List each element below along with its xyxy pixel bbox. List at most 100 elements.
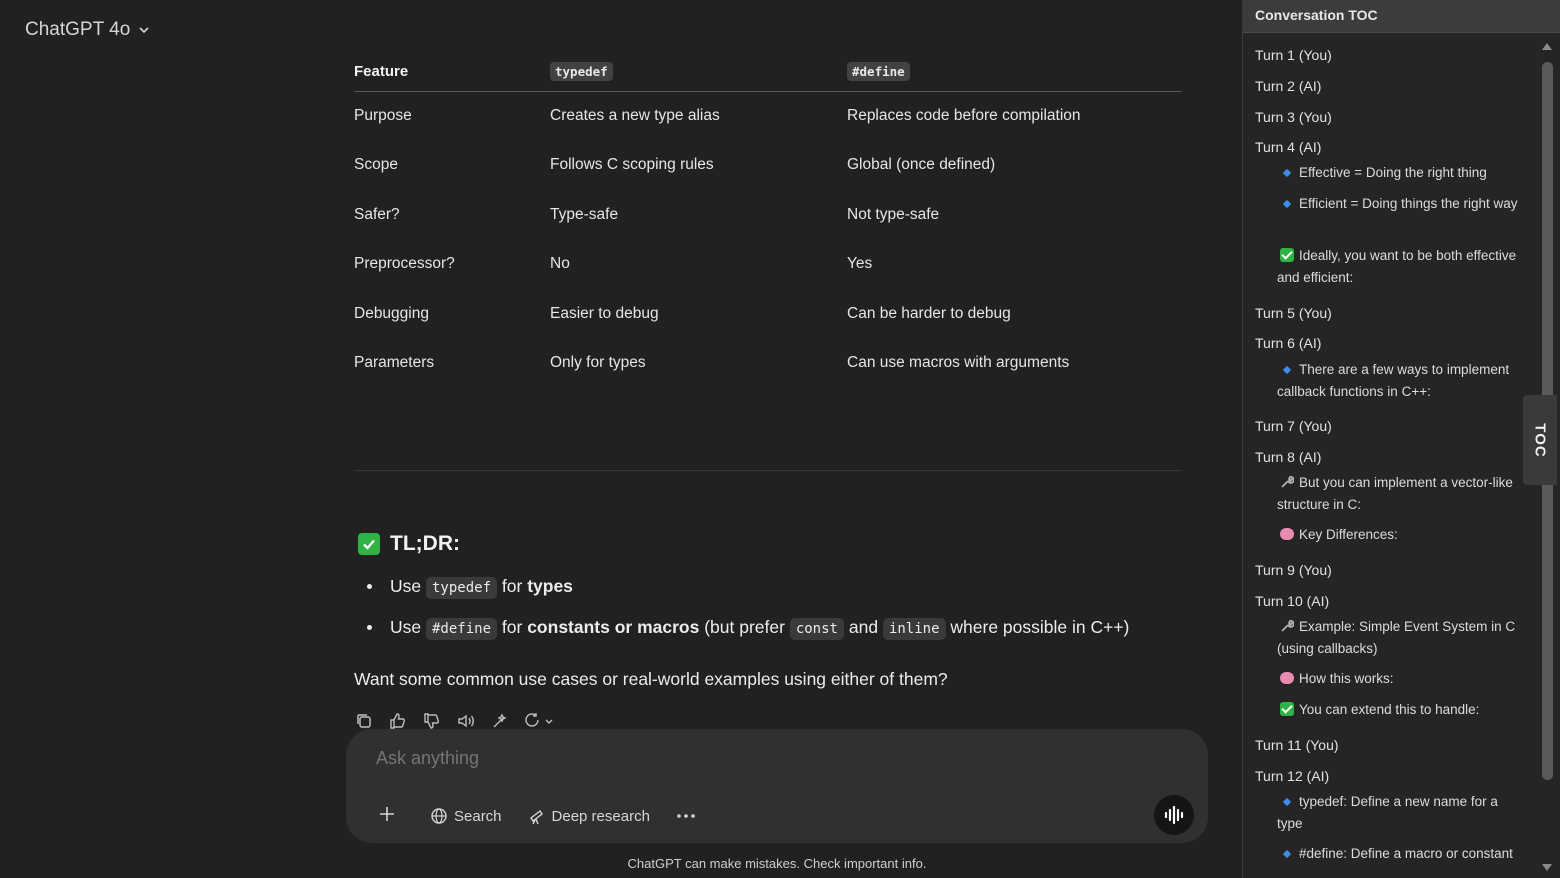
table-cell: Creates a new type alias [550, 107, 720, 124]
toc-sub-label: #define: Define a macro or constant [1299, 846, 1513, 861]
toc-sub-item[interactable]: There are a few ways to implement callba… [1277, 359, 1527, 402]
follow-up-question: Want some common use cases or real-world… [354, 669, 948, 689]
tldr-title: TL;DR: [390, 532, 460, 555]
chevron-down-icon [139, 27, 149, 34]
toc-sub-label: Ideally, you want to be both effective a… [1277, 248, 1517, 285]
bullet-icon [1282, 200, 1292, 209]
text: Use [390, 617, 422, 637]
prompt-input[interactable] [376, 748, 1136, 769]
toc-turn-item[interactable]: Turn 3 (You) [1255, 109, 1332, 125]
copy-button[interactable] [354, 711, 374, 731]
table-row: Preprocessor? No Yes [354, 240, 1182, 290]
text: where possible in C++) [950, 617, 1130, 637]
table-row: Parameters Only for types Can use macros… [354, 339, 1182, 389]
speaker-icon [458, 714, 474, 728]
model-selector[interactable]: ChatGPT 4o [25, 19, 150, 41]
toc-sub-label: Example: Simple Event System in C (using… [1277, 619, 1516, 656]
toc-sub-item[interactable]: Key Differences: [1277, 524, 1527, 546]
inline-code: #define [426, 618, 498, 640]
bullet-icon [1282, 798, 1292, 807]
toc-turn-item[interactable]: Turn 5 (You) [1255, 305, 1332, 321]
table-cell: Preprocessor? [354, 255, 455, 273]
toc-sub-item[interactable]: typedef: Define a new name for a type [1277, 791, 1527, 834]
section-divider [354, 470, 1182, 471]
toc-sub-item[interactable]: Efficient = Doing things the right way [1277, 193, 1527, 215]
table-cell: Only for types [550, 354, 646, 372]
scroll-up-arrow[interactable] [1542, 43, 1552, 50]
toc-turn-item[interactable]: Turn 12 (AI) [1255, 768, 1329, 784]
toc-turn-item[interactable]: Turn 11 (You) [1255, 737, 1339, 753]
tldr-heading: TL;DR: [358, 532, 460, 556]
chat-app: ChatGPT 4o Feature typedef #define Purpo… [0, 0, 1560, 878]
add-attachment-button[interactable] [374, 801, 400, 831]
composer: Search Deep research [346, 729, 1208, 843]
table-cell: Type-safe [550, 205, 619, 223]
toc-turn-item[interactable]: Turn 1 (You) [1255, 47, 1332, 63]
toc-sub-label: There are a few ways to implement callba… [1277, 362, 1510, 399]
thumbs-up-button[interactable] [388, 711, 408, 731]
toc-sub-label: How this works: [1299, 671, 1394, 686]
toc-title: Conversation TOC [1243, 0, 1560, 33]
ellipsis-icon [677, 814, 695, 818]
table-cell: No [550, 255, 570, 273]
globe-icon [431, 808, 447, 824]
regenerate-button[interactable] [524, 711, 558, 731]
text: Use [390, 576, 422, 596]
waveform-icon [1164, 805, 1184, 825]
table-header-cell: #define [847, 52, 1182, 92]
brain-icon [1280, 528, 1294, 540]
toc-turn-item[interactable]: Turn 2 (AI) [1255, 78, 1321, 94]
toc-sub-item[interactable]: Example: Simple Event System in C (using… [1277, 616, 1527, 659]
toc-turn-item[interactable]: Turn 9 (You) [1255, 562, 1332, 578]
comparison-table: Feature typedef #define Purpose Creates … [354, 52, 1182, 388]
inline-code: const [789, 618, 844, 640]
table-cell: Scope [354, 156, 398, 174]
toc-sub-label: Key Differences: [1299, 527, 1398, 542]
toc-sub-item[interactable]: Ideally, you want to be both effective a… [1277, 245, 1527, 288]
voice-mode-button[interactable] [1154, 795, 1194, 835]
search-button[interactable]: Search [424, 801, 508, 831]
read-aloud-button[interactable] [456, 711, 476, 731]
toc-turn-item[interactable]: Turn 7 (You) [1255, 418, 1332, 434]
bullet-icon [1282, 850, 1292, 859]
search-label: Search [454, 807, 502, 825]
brain-icon [1280, 672, 1294, 684]
toc-sub-label: Effective = Doing the right thing [1299, 165, 1487, 180]
toc-turn-item[interactable]: Turn 8 (AI) [1255, 449, 1321, 465]
tldr-list: Use typedef for types Use #define for co… [364, 573, 1129, 655]
toc-sub-item[interactable]: #define: Define a macro or constant [1277, 843, 1527, 865]
toc-sub-item[interactable]: Effective = Doing the right thing [1277, 162, 1527, 184]
toc-toggle-tab[interactable]: TOC [1523, 395, 1557, 485]
composer-tools: Search Deep research [374, 801, 702, 831]
toc-turn-item[interactable]: Turn 6 (AI) [1255, 335, 1321, 351]
check-icon [1280, 248, 1294, 262]
toc-sub-label: But you can implement a vector-like stru… [1277, 475, 1513, 512]
toc-sub-item[interactable]: You can extend this to handle: [1277, 699, 1527, 721]
text: for [501, 617, 523, 637]
text: for [501, 576, 523, 596]
refresh-icon [525, 713, 553, 727]
toc-sub-label: Efficient = Doing things the right way [1299, 196, 1518, 211]
inline-code: typedef [550, 61, 613, 81]
toc-tab-label: TOC [1531, 422, 1549, 458]
telescope-icon [529, 809, 543, 825]
check-icon [1280, 702, 1294, 716]
toc-panel: Conversation TOC Turn 1 (You) Turn 2 (AI… [1242, 0, 1560, 878]
deep-research-label: Deep research [551, 807, 650, 825]
toc-turn-item[interactable]: Turn 4 (AI) [1255, 139, 1321, 155]
table-cell: Global (once defined) [847, 156, 996, 174]
bold-text: constants or macros [527, 617, 700, 637]
text: and [848, 617, 879, 637]
toc-sub-item[interactable]: How this works: [1277, 668, 1527, 690]
deep-research-button[interactable]: Deep research [522, 801, 656, 831]
list-item: Use #define for constants or macros (but… [364, 614, 1129, 655]
more-tools-button[interactable] [670, 801, 702, 831]
copy-icon [357, 714, 371, 728]
table-row: Purpose Creates a new type alias Replace… [354, 91, 1182, 141]
edit-button[interactable] [490, 711, 510, 731]
toc-sub-item[interactable]: But you can implement a vector-like stru… [1277, 472, 1527, 515]
toc-turn-item[interactable]: Turn 10 (AI) [1255, 593, 1329, 609]
thumbs-down-button[interactable] [422, 711, 442, 731]
table-cell: Follows C scoping rules [550, 156, 714, 174]
scroll-down-arrow[interactable] [1542, 864, 1552, 871]
